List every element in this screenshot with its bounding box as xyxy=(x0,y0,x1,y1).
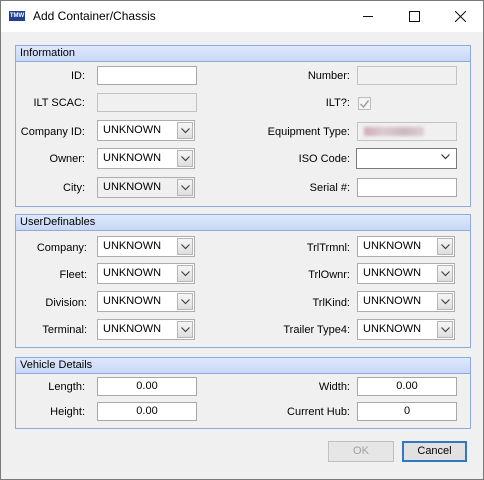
trlkind-label: TrlKind: xyxy=(312,297,351,309)
chevron-down-icon[interactable] xyxy=(437,293,453,310)
serial-label: Serial #: xyxy=(309,182,350,194)
current-hub-label: Current Hub: xyxy=(287,406,350,418)
ilt-scac-label: ILT SCAC: xyxy=(33,97,85,109)
chevron-down-icon[interactable] xyxy=(177,265,193,282)
chevron-down-icon[interactable] xyxy=(441,152,450,163)
length-field[interactable]: 0.00 xyxy=(97,377,197,396)
chevron-down-icon[interactable] xyxy=(177,238,193,255)
ilt-checkbox xyxy=(358,97,371,110)
chevron-down-icon[interactable] xyxy=(437,238,453,255)
close-button[interactable] xyxy=(437,1,483,32)
minimize-button[interactable] xyxy=(345,1,391,32)
chevron-down-icon[interactable] xyxy=(177,293,193,310)
fleet-value: UNKNOWN xyxy=(103,267,162,279)
owner-combo[interactable]: UNKNOWN xyxy=(97,148,195,169)
redacted-value xyxy=(364,127,424,136)
division-combo[interactable]: UNKNOWN xyxy=(97,291,195,312)
city-label: City: xyxy=(63,182,85,194)
trlownr-label: TrlOwnr: xyxy=(308,269,350,281)
maximize-button[interactable] xyxy=(391,1,437,32)
width-label: Width: xyxy=(318,381,350,393)
company-combo[interactable]: UNKNOWN xyxy=(97,236,195,257)
id-label: ID: xyxy=(70,70,85,82)
trlkind-combo[interactable]: UNKNOWN xyxy=(357,291,455,312)
vehicle-details-header: Vehicle Details xyxy=(16,358,470,374)
owner-label: Owner: xyxy=(49,153,85,165)
width-field[interactable]: 0.00 xyxy=(357,377,457,396)
chevron-down-icon[interactable] xyxy=(177,321,193,338)
chevron-down-icon[interactable] xyxy=(177,150,193,167)
city-combo: UNKNOWN xyxy=(97,177,195,198)
trltrmnl-value: UNKNOWN xyxy=(363,240,422,252)
division-label: Division: xyxy=(45,297,87,309)
ilt-label: ILT?: xyxy=(325,97,350,109)
chevron-down-icon[interactable] xyxy=(437,265,453,282)
trlkind-value: UNKNOWN xyxy=(363,295,422,307)
user-definables-header: UserDefinables xyxy=(16,215,470,231)
equipment-type-label: Equipment Type: xyxy=(267,126,350,138)
fleet-label: Fleet: xyxy=(59,269,87,281)
trailer-type4-value: UNKNOWN xyxy=(363,323,422,335)
length-label: Length: xyxy=(48,381,85,393)
title-bar: TMW Add Container/Chassis xyxy=(1,1,483,32)
trlownr-value: UNKNOWN xyxy=(363,267,422,279)
chevron-down-icon[interactable] xyxy=(437,321,453,338)
city-value: UNKNOWN xyxy=(103,181,162,193)
trailer-type4-label: Trailer Type4: xyxy=(283,324,350,336)
app-icon: TMW xyxy=(9,11,25,21)
company-id-combo[interactable]: UNKNOWN xyxy=(97,120,195,141)
current-hub-field[interactable]: 0 xyxy=(357,402,457,421)
company-label: Company: xyxy=(36,242,87,254)
maximize-icon xyxy=(408,11,420,22)
chevron-down-icon xyxy=(177,179,193,196)
trltrmnl-label: TrlTrmnl: xyxy=(306,242,350,254)
height-label: Height: xyxy=(50,406,85,418)
number-field xyxy=(357,66,457,85)
terminal-combo[interactable]: UNKNOWN xyxy=(97,319,195,340)
information-header: Information xyxy=(16,46,470,62)
division-value: UNKNOWN xyxy=(103,295,162,307)
minimize-icon xyxy=(362,16,373,17)
fleet-combo[interactable]: UNKNOWN xyxy=(97,263,195,284)
ilt-scac-field xyxy=(97,93,197,112)
terminal-label: Terminal: xyxy=(42,324,87,336)
checkmark-icon xyxy=(360,99,369,108)
company-value: UNKNOWN xyxy=(103,240,162,252)
owner-value: UNKNOWN xyxy=(103,152,162,164)
height-field[interactable]: 0.00 xyxy=(97,402,197,421)
trltrmnl-combo[interactable]: UNKNOWN xyxy=(357,236,455,257)
trlownr-combo[interactable]: UNKNOWN xyxy=(357,263,455,284)
equipment-type-field xyxy=(357,122,457,141)
serial-field[interactable] xyxy=(357,178,457,197)
id-field[interactable] xyxy=(97,66,197,85)
cancel-button[interactable]: Cancel xyxy=(402,441,467,462)
window-title: Add Container/Chassis xyxy=(33,9,156,23)
dialog-window: TMW Add Container/Chassis Information ID… xyxy=(0,0,484,480)
chevron-down-icon[interactable] xyxy=(177,122,193,139)
iso-code-label: ISO Code: xyxy=(298,153,350,165)
iso-code-dropdown[interactable] xyxy=(356,148,457,169)
terminal-value: UNKNOWN xyxy=(103,323,162,335)
company-id-label: Company ID: xyxy=(20,126,85,138)
close-icon xyxy=(454,11,466,22)
trailer-type4-combo[interactable]: UNKNOWN xyxy=(357,319,455,340)
company-id-value: UNKNOWN xyxy=(103,124,162,136)
number-label: Number: xyxy=(307,70,350,82)
ok-button[interactable]: OK xyxy=(328,441,394,462)
